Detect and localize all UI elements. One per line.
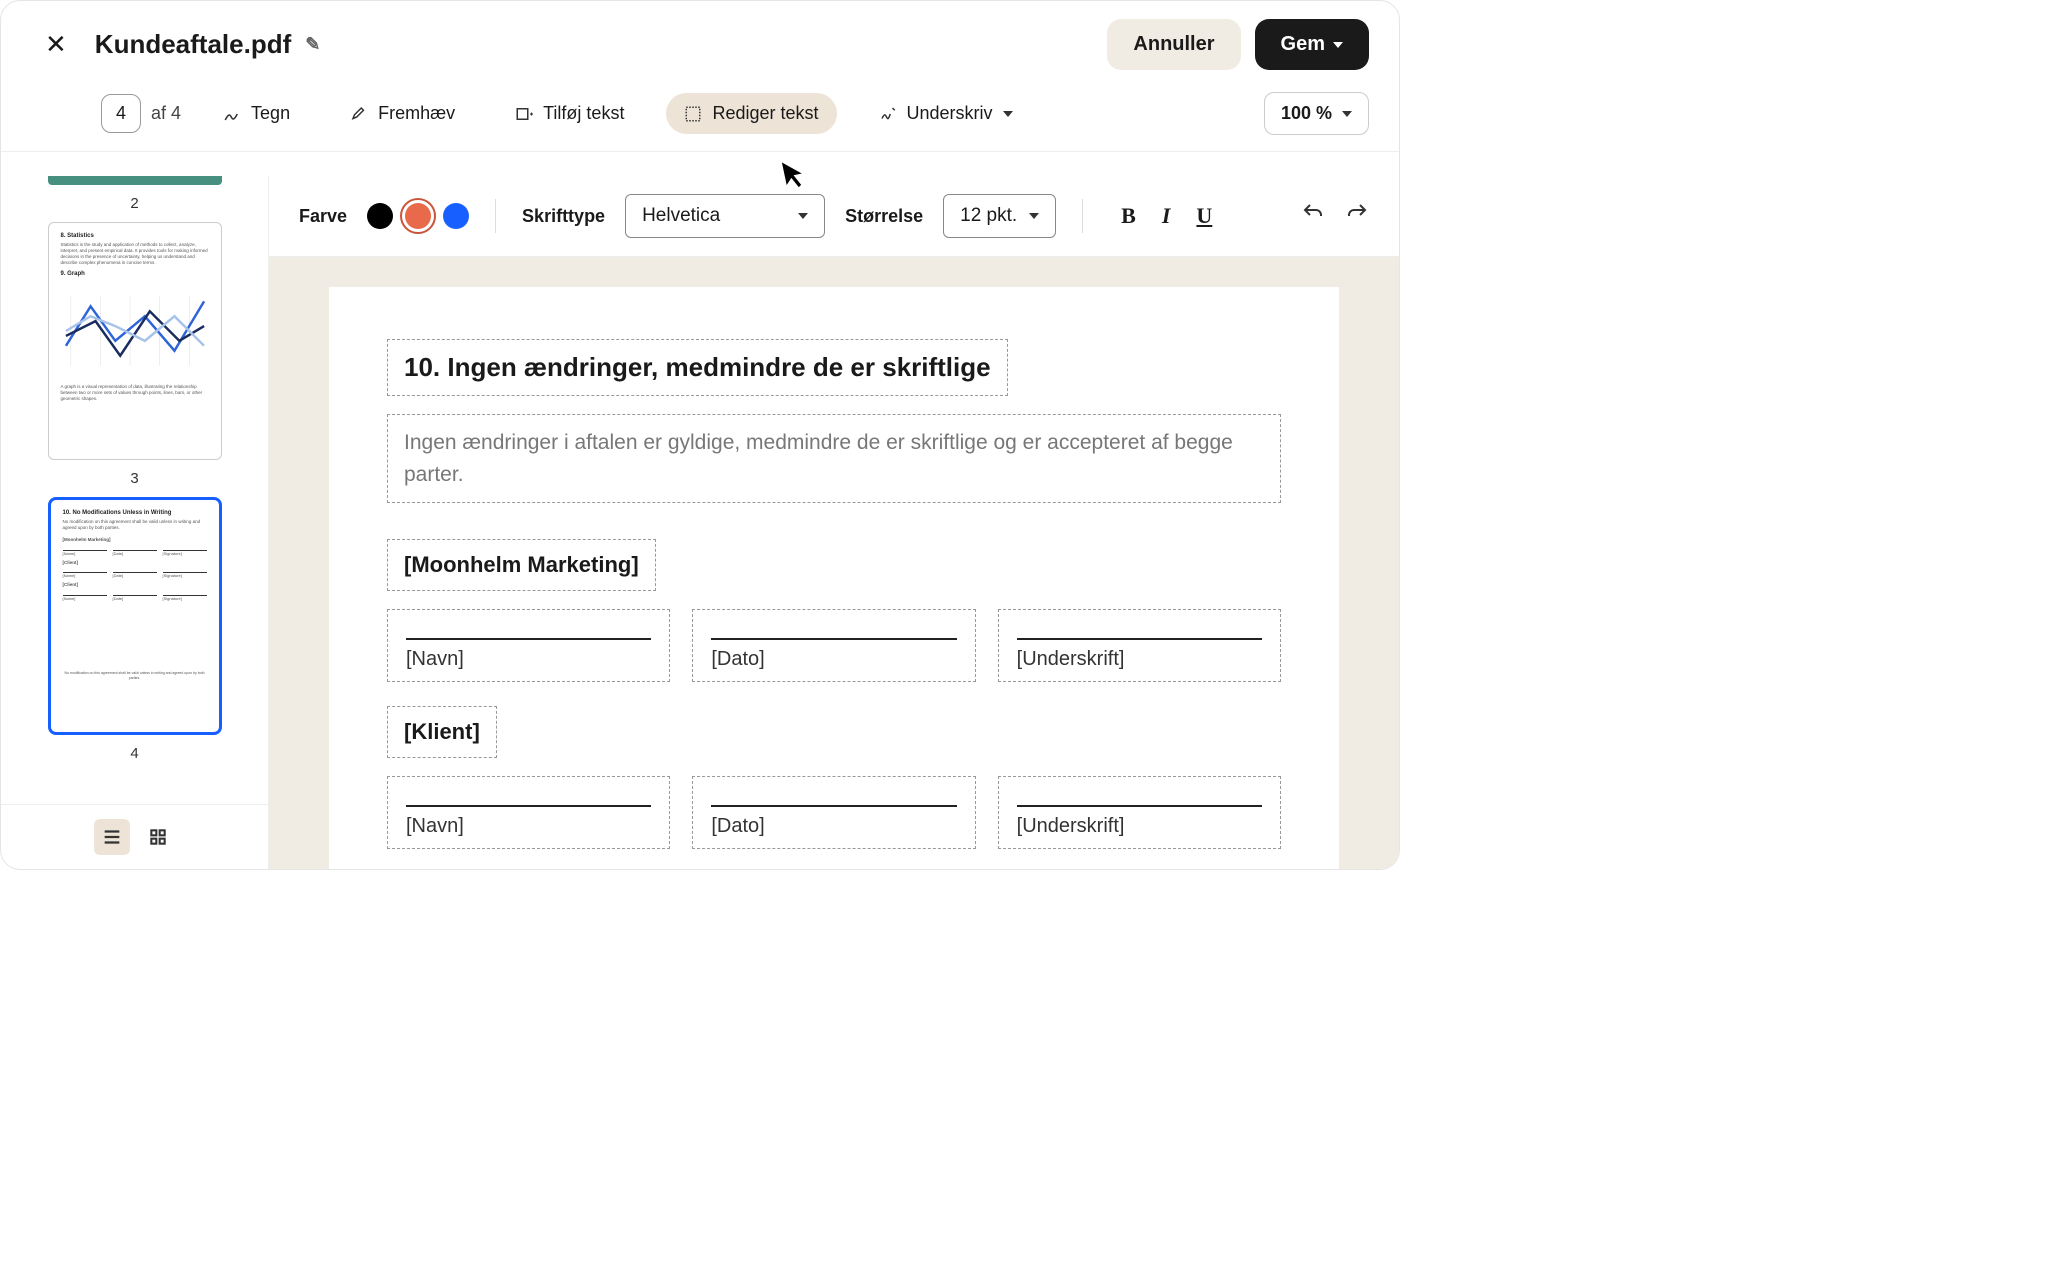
view-grid-button[interactable] (140, 819, 176, 855)
chevron-down-icon (1342, 111, 1352, 117)
underline-button[interactable]: U (1196, 203, 1212, 229)
thumb-number-4: 4 (130, 745, 138, 762)
sig-date-field[interactable]: [Dato] (692, 776, 975, 849)
highlight-icon (350, 105, 368, 123)
close-icon[interactable]: ✕ (45, 29, 67, 60)
sign-icon (879, 105, 897, 123)
zoom-select[interactable]: 100 % (1264, 92, 1369, 135)
thumbnail-page-2-partial[interactable] (48, 176, 222, 185)
font-label: Skrifttype (522, 206, 605, 227)
color-blue[interactable] (443, 203, 469, 229)
thumb-number-2: 2 (130, 195, 138, 212)
sig-signature-field[interactable]: [Underskrift] (998, 776, 1281, 849)
section-paragraph[interactable]: Ingen ændringer i aftalen er gyldige, me… (404, 427, 1264, 490)
undo-button[interactable] (1301, 201, 1325, 231)
page-indicator: 4 af 4 (101, 94, 181, 133)
sig-name-field[interactable]: [Navn] (387, 609, 670, 682)
color-orange[interactable] (405, 203, 431, 229)
page-current-input[interactable]: 4 (101, 94, 141, 133)
font-select[interactable]: Helvetica (625, 194, 825, 238)
party-1-label[interactable]: [Moonhelm Marketing] (404, 552, 639, 578)
edit-filename-icon[interactable]: ✎ (305, 34, 320, 55)
italic-button[interactable]: I (1162, 203, 1171, 229)
size-label: Størrelse (845, 206, 923, 227)
color-black[interactable] (367, 203, 393, 229)
draw-icon (223, 105, 241, 123)
color-label: Farve (299, 206, 347, 227)
edit-text-icon (684, 105, 702, 123)
bold-button[interactable]: B (1121, 203, 1136, 229)
sig-date-field[interactable]: [Dato] (692, 609, 975, 682)
chevron-down-icon (1003, 111, 1013, 117)
view-list-button[interactable] (94, 819, 130, 855)
tool-sign[interactable]: Underskriv (861, 93, 1031, 134)
page-canvas[interactable]: 10. Ingen ændringer, medmindre de er skr… (329, 287, 1339, 869)
sig-signature-field[interactable]: [Underskrift] (998, 609, 1281, 682)
size-select[interactable]: 12 pkt. (943, 194, 1056, 238)
chevron-down-icon (1333, 42, 1343, 48)
filename-label: Kundeaftale.pdf (95, 29, 291, 60)
redo-button[interactable] (1345, 201, 1369, 231)
page-total-label: af 4 (151, 103, 181, 124)
sig-name-field[interactable]: [Navn] (387, 776, 670, 849)
thumbnail-page-3[interactable]: 8. Statistics Statistics is the study an… (48, 222, 222, 460)
tool-draw[interactable]: Tegn (205, 93, 308, 134)
tool-add-text[interactable]: Tilføj tekst (497, 93, 642, 134)
section-title[interactable]: 10. Ingen ændringer, medmindre de er skr… (404, 352, 991, 383)
chevron-down-icon (798, 213, 808, 219)
add-text-icon (515, 105, 533, 123)
chevron-down-icon (1029, 213, 1039, 219)
divider (1082, 199, 1083, 233)
divider (495, 199, 496, 233)
save-button[interactable]: Gem (1255, 19, 1369, 70)
cancel-button[interactable]: Annuller (1107, 19, 1240, 70)
thumbnail-page-4[interactable]: 10. No Modifications Unless in Writing N… (48, 497, 222, 735)
thumb-number-3: 3 (130, 470, 138, 487)
thumb-graph-icon (61, 286, 209, 376)
party-2-label[interactable]: [Klient] (404, 719, 480, 745)
tool-highlight[interactable]: Fremhæv (332, 93, 473, 134)
tool-edit-text[interactable]: Rediger tekst (666, 93, 836, 134)
